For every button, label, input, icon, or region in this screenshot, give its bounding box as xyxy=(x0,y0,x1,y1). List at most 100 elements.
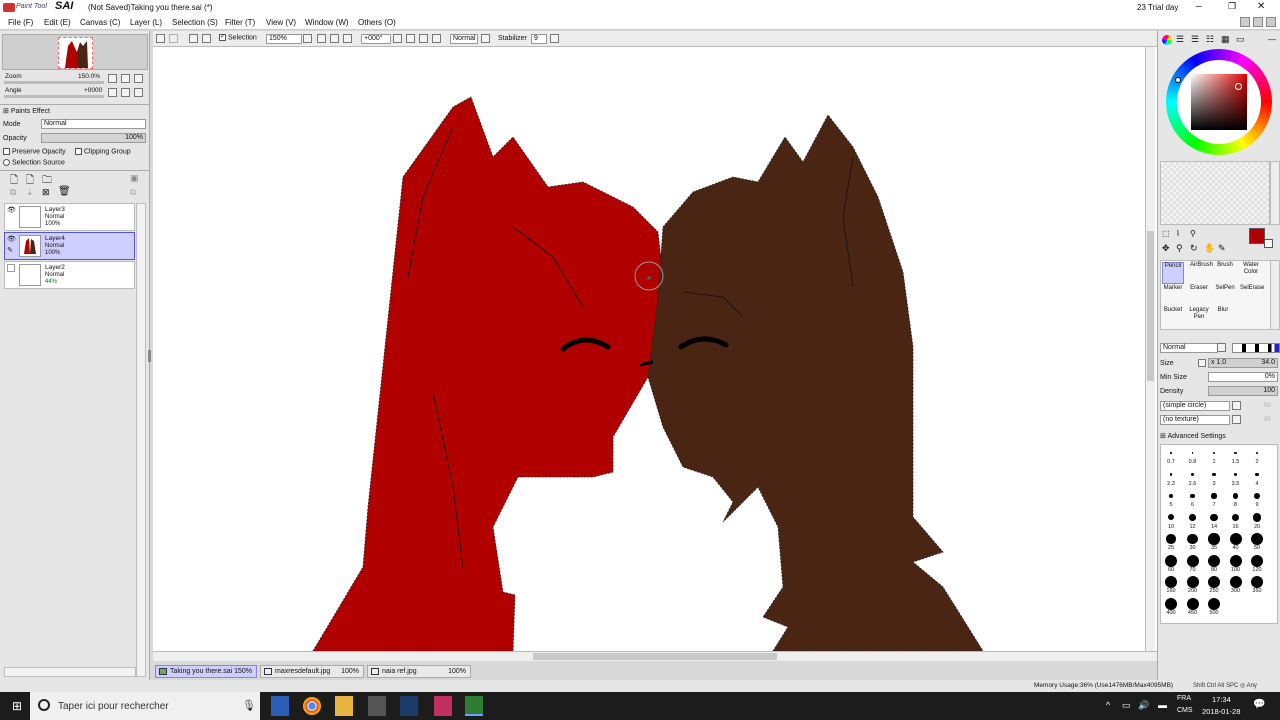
file-explorer-taskbar-icon[interactable] xyxy=(335,696,353,716)
tool-eraser[interactable]: Eraser xyxy=(1188,285,1210,291)
swatch-tab-icon[interactable]: ☷ xyxy=(1206,34,1214,45)
primary-color-swatch[interactable] xyxy=(1249,228,1265,244)
mixer-tab-icon[interactable]: ▭ xyxy=(1236,34,1245,45)
zoom-minus-button[interactable] xyxy=(317,34,326,43)
zoom-select[interactable]: 150% xyxy=(266,34,302,44)
minimize-icon[interactable]: – xyxy=(1196,1,1202,12)
doc-tab[interactable]: naia ref.jpg 100% xyxy=(367,665,471,678)
menu-layer[interactable]: Layer (L) xyxy=(130,18,162,27)
brush-size-preset[interactable]: 6 xyxy=(1183,488,1203,509)
brush-size-preset[interactable]: 500 xyxy=(1204,596,1224,617)
stabilizer-select[interactable]: 9 xyxy=(531,34,547,44)
brush-size-preset[interactable]: 12 xyxy=(1183,510,1203,531)
brush-shape-select[interactable]: (simple circle) xyxy=(1160,401,1230,411)
menu-window[interactable]: Window (W) xyxy=(305,18,349,27)
copy-layer-icon[interactable]: ⧉ xyxy=(10,187,16,198)
clock-time[interactable]: 17:34 xyxy=(1212,695,1231,704)
taskbar-search-box[interactable]: Taper ici pour rechercher 🎙 xyxy=(30,692,260,720)
trash-icon[interactable]: 🗑 xyxy=(58,186,71,197)
secondary-color-swatch[interactable] xyxy=(1264,239,1273,248)
menu-view[interactable]: View (V) xyxy=(266,18,296,27)
zoom-dropdown-button[interactable] xyxy=(303,34,312,43)
visual-studio-taskbar-icon[interactable] xyxy=(271,696,289,716)
windows-start-icon[interactable]: ⊞ xyxy=(12,700,22,712)
tool-watercolor[interactable]: Water Color xyxy=(1240,262,1262,276)
brush-size-preset[interactable]: 300 xyxy=(1226,574,1246,595)
paints-effect-header[interactable]: ⊞ Paints Effect xyxy=(3,107,50,115)
eye-icon[interactable]: 👁 xyxy=(7,235,16,243)
doc-minimize-icon[interactable] xyxy=(1240,17,1250,27)
rotate-right-button[interactable] xyxy=(121,88,130,97)
tool-airbrush[interactable]: AirBrush xyxy=(1190,262,1213,268)
layer-row[interactable]: Layer2 Normal 44% xyxy=(4,261,135,289)
tool-bucket[interactable]: Bucket xyxy=(1162,307,1184,313)
brush-size-preset[interactable]: 8 xyxy=(1226,488,1246,509)
swatch-area[interactable] xyxy=(1160,161,1270,225)
network-icon[interactable]: ▬ xyxy=(1158,700,1167,710)
layer-row[interactable]: 👁 Layer3 Normal 100% xyxy=(4,203,135,231)
size-lock-button[interactable] xyxy=(1198,359,1206,367)
color-wheel-tab-icon[interactable] xyxy=(1162,35,1172,45)
zoom-plus-button[interactable] xyxy=(330,34,339,43)
brush-size-preset[interactable]: 30 xyxy=(1183,531,1203,552)
angle-select[interactable]: +000° xyxy=(361,34,391,44)
eyedropper-icon[interactable]: ✎ xyxy=(1218,243,1226,254)
zoom-out-button[interactable] xyxy=(108,74,117,83)
doc-tab-active[interactable]: Taking you there.sai 150% xyxy=(155,665,257,678)
tray-device-icon[interactable]: ▭ xyxy=(1122,700,1131,711)
brush-size-preset[interactable]: 1.5 xyxy=(1226,445,1246,466)
color-picker-handle[interactable] xyxy=(1235,83,1242,90)
zoom-fit-button[interactable] xyxy=(343,34,352,43)
tool-selpen[interactable]: SelPen xyxy=(1214,285,1236,291)
vscroll-thumb[interactable] xyxy=(1147,231,1154,381)
canvas-hscrollbar[interactable] xyxy=(153,651,1157,661)
brush-size-preset[interactable]: 14 xyxy=(1204,510,1224,531)
hscroll-thumb[interactable] xyxy=(533,653,777,660)
doc-restore-icon[interactable] xyxy=(1253,17,1263,27)
angle-slider[interactable] xyxy=(4,95,104,98)
brush-size-preset[interactable]: 2 xyxy=(1247,445,1267,466)
brush-size-preset[interactable]: 7 xyxy=(1204,488,1224,509)
brush-size-preset[interactable]: 20 xyxy=(1247,510,1267,531)
tray-expand-icon[interactable]: ^ xyxy=(1106,700,1110,710)
menu-file[interactable]: File (F) xyxy=(8,18,33,27)
brush-size-preset[interactable]: 35 xyxy=(1204,531,1224,552)
lang-secondary[interactable]: CMS xyxy=(1177,707,1193,714)
redo-button[interactable] xyxy=(169,34,178,43)
brush-size-preset[interactable]: 250 xyxy=(1204,574,1224,595)
tool-legacy-pen[interactable]: Legacy Pen xyxy=(1188,307,1210,321)
menu-edit[interactable]: Edit (E) xyxy=(44,18,71,27)
density-slider[interactable]: 100 xyxy=(1208,386,1278,396)
brush-size-preset[interactable]: 2.6 xyxy=(1183,467,1203,488)
panel-splitter[interactable] xyxy=(148,350,151,362)
brush-size-preset[interactable]: 50 xyxy=(1247,531,1267,552)
menu-others[interactable]: Others (O) xyxy=(358,18,396,27)
brush-size-preset[interactable]: 160 xyxy=(1161,574,1181,595)
lang-primary[interactable]: FRA xyxy=(1177,695,1191,702)
steam-taskbar-icon[interactable] xyxy=(400,696,418,716)
rect-select-icon[interactable]: ⬚ xyxy=(1162,229,1170,238)
layer-settings-icon[interactable]: ▣ xyxy=(130,173,139,184)
menu-selection[interactable]: Selection (S) xyxy=(172,18,218,27)
brush-size-preset[interactable]: 4 xyxy=(1247,467,1267,488)
brush-tip-shape-selector[interactable] xyxy=(1232,343,1280,353)
eye-icon[interactable]: 👁 xyxy=(7,206,16,214)
sai-taskbar-icon[interactable] xyxy=(465,696,483,716)
canvas-vscrollbar[interactable] xyxy=(1145,47,1155,651)
merge-layer-icon[interactable]: ⊠ xyxy=(42,187,50,198)
preserve-opacity-checkbox[interactable]: Preserve Opacity xyxy=(3,148,66,155)
tool-marker[interactable]: Marker xyxy=(1162,285,1184,291)
rotate-tool-icon[interactable]: ↻ xyxy=(1190,243,1198,254)
clock-date[interactable]: 2018-01-28 xyxy=(1202,707,1240,716)
brush-size-preset[interactable]: 2.3 xyxy=(1161,467,1181,488)
close-icon[interactable]: ✕ xyxy=(1257,1,1265,12)
stabilizer-dropdown-button[interactable] xyxy=(550,34,559,43)
navigator-preview[interactable] xyxy=(2,34,148,70)
brush-size-preset[interactable]: 350 xyxy=(1247,574,1267,595)
drawing-canvas[interactable] xyxy=(153,47,1157,651)
brush-texture-dropdown[interactable] xyxy=(1232,415,1241,424)
zoom-tool-icon[interactable]: ⚲ xyxy=(1176,243,1183,254)
rotate-reset-button[interactable] xyxy=(134,88,143,97)
panel-minimize-icon[interactable]: — xyxy=(1268,35,1276,44)
zoom-slider[interactable] xyxy=(4,81,104,84)
